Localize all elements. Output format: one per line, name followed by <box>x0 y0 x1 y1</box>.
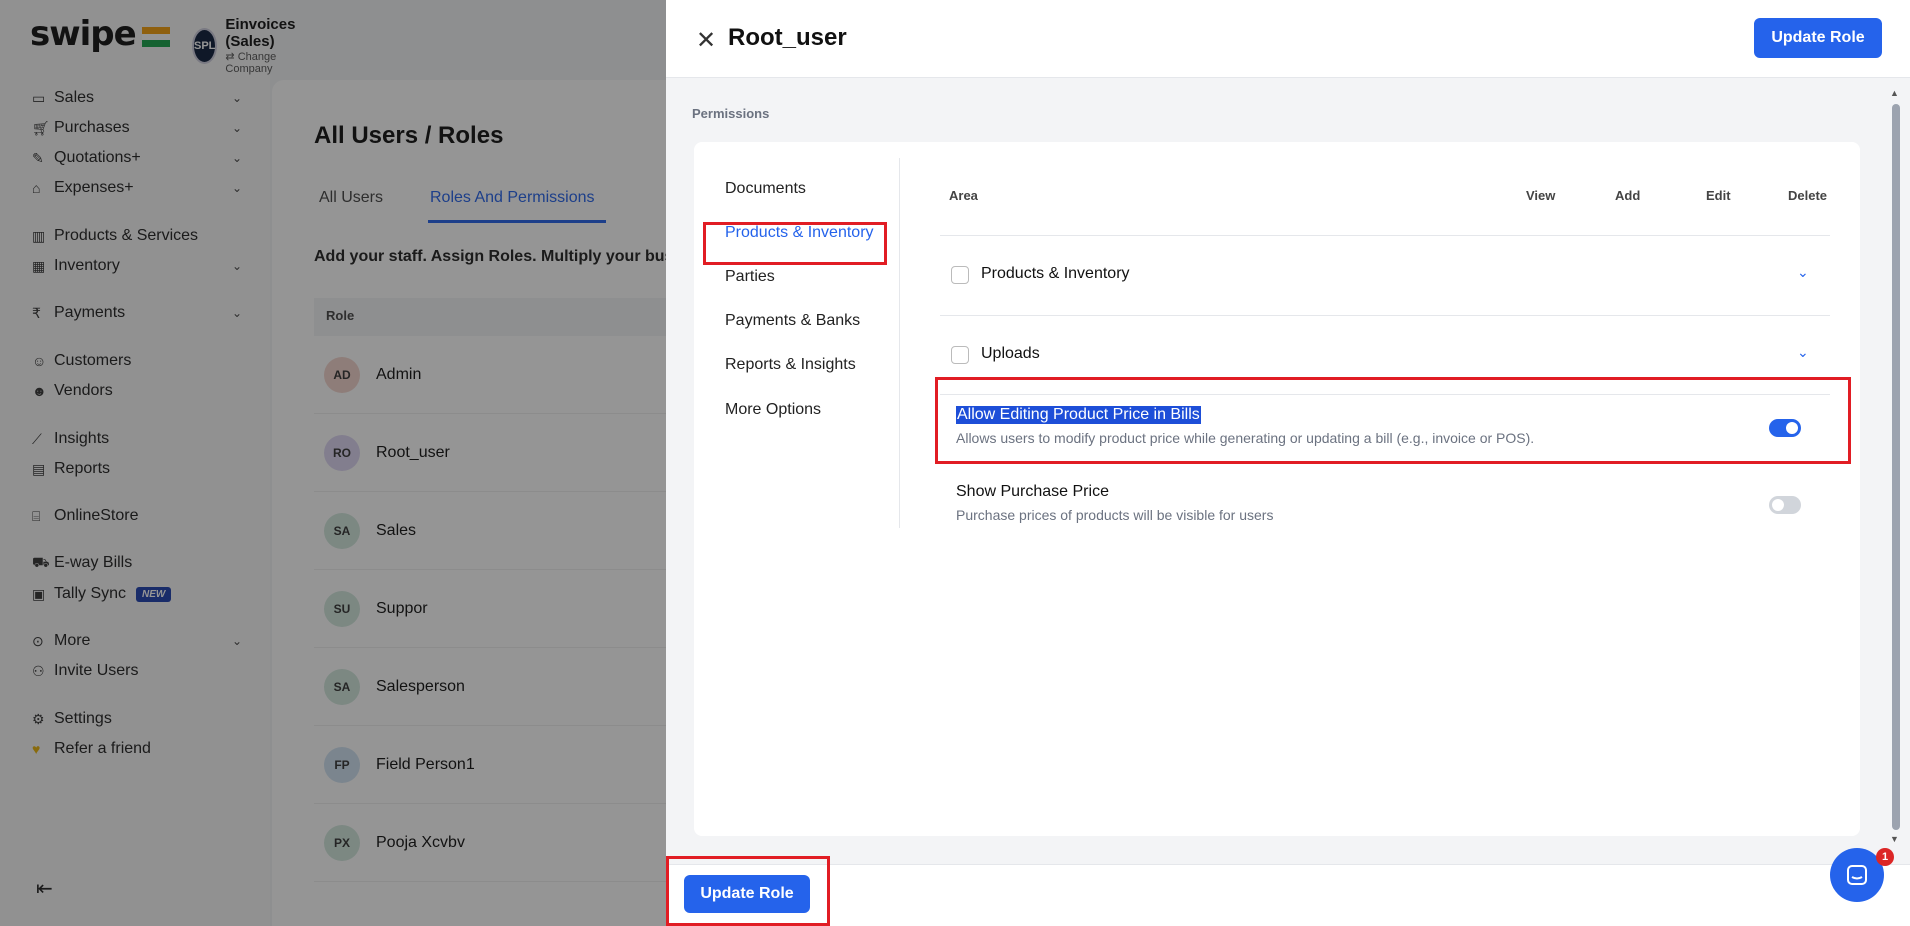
area-uploads: Uploads <box>981 345 1040 362</box>
drawer-title: Root_user <box>728 24 847 51</box>
divider <box>940 315 1830 316</box>
divider <box>940 394 1830 395</box>
column-edit: Edit <box>1706 188 1731 203</box>
chevron-down-icon[interactable]: ⌄ <box>1797 344 1809 361</box>
option-title-edit-price: Allow Editing Product Price in Bills <box>956 406 1201 424</box>
option-desc-purchase-price: Purchase prices of products will be visi… <box>956 507 1274 523</box>
category-products-inventory[interactable]: Products & Inventory <box>725 224 874 242</box>
chevron-down-icon[interactable]: ⌄ <box>1797 264 1809 281</box>
category-parties[interactable]: Parties <box>725 268 775 286</box>
close-icon[interactable]: ✕ <box>696 26 716 55</box>
column-view: View <box>1526 188 1556 203</box>
edit-price-toggle[interactable] <box>1769 419 1801 437</box>
drawer-header: ✕ Root_user Update Role <box>666 0 1910 78</box>
area-products-inventory: Products & Inventory <box>981 265 1130 282</box>
permissions-card: Documents Products & Inventory Parties P… <box>694 142 1860 836</box>
edit-role-drawer: ✕ Root_user Update Role Permissions Docu… <box>666 0 1910 926</box>
category-more-options[interactable]: More Options <box>725 401 821 419</box>
option-desc-edit-price: Allows users to modify product price whi… <box>956 430 1535 446</box>
divider <box>940 235 1830 236</box>
purchase-price-toggle[interactable] <box>1769 496 1801 514</box>
chat-icon <box>1847 865 1867 885</box>
chat-notification-badge: 1 <box>1876 848 1894 866</box>
category-payments-banks[interactable]: Payments & Banks <box>725 312 860 330</box>
update-role-button-bottom[interactable]: Update Role <box>684 875 810 913</box>
scroll-thumb[interactable] <box>1892 104 1900 830</box>
modal-backdrop[interactable] <box>0 0 666 926</box>
update-role-button-top[interactable]: Update Role <box>1754 18 1882 58</box>
category-list: Documents Products & Inventory Parties P… <box>694 158 900 528</box>
scrollbar[interactable]: ▲ ▼ <box>1888 88 1902 848</box>
column-area: Area <box>949 188 978 203</box>
column-delete: Delete <box>1788 188 1828 203</box>
toggle-knob <box>1772 499 1784 511</box>
products-inventory-checkbox[interactable] <box>951 266 969 284</box>
scroll-up-icon[interactable]: ▲ <box>1890 88 1899 98</box>
category-reports-insights[interactable]: Reports & Insights <box>725 356 856 374</box>
category-documents[interactable]: Documents <box>725 180 806 198</box>
toggle-knob <box>1786 422 1798 434</box>
permissions-label: Permissions <box>692 106 770 121</box>
uploads-checkbox[interactable] <box>951 346 969 364</box>
column-add: Add <box>1615 188 1641 203</box>
scroll-down-icon[interactable]: ▼ <box>1890 834 1899 844</box>
drawer-footer: Update Role <box>666 864 1910 926</box>
option-title-purchase-price: Show Purchase Price <box>956 483 1109 500</box>
